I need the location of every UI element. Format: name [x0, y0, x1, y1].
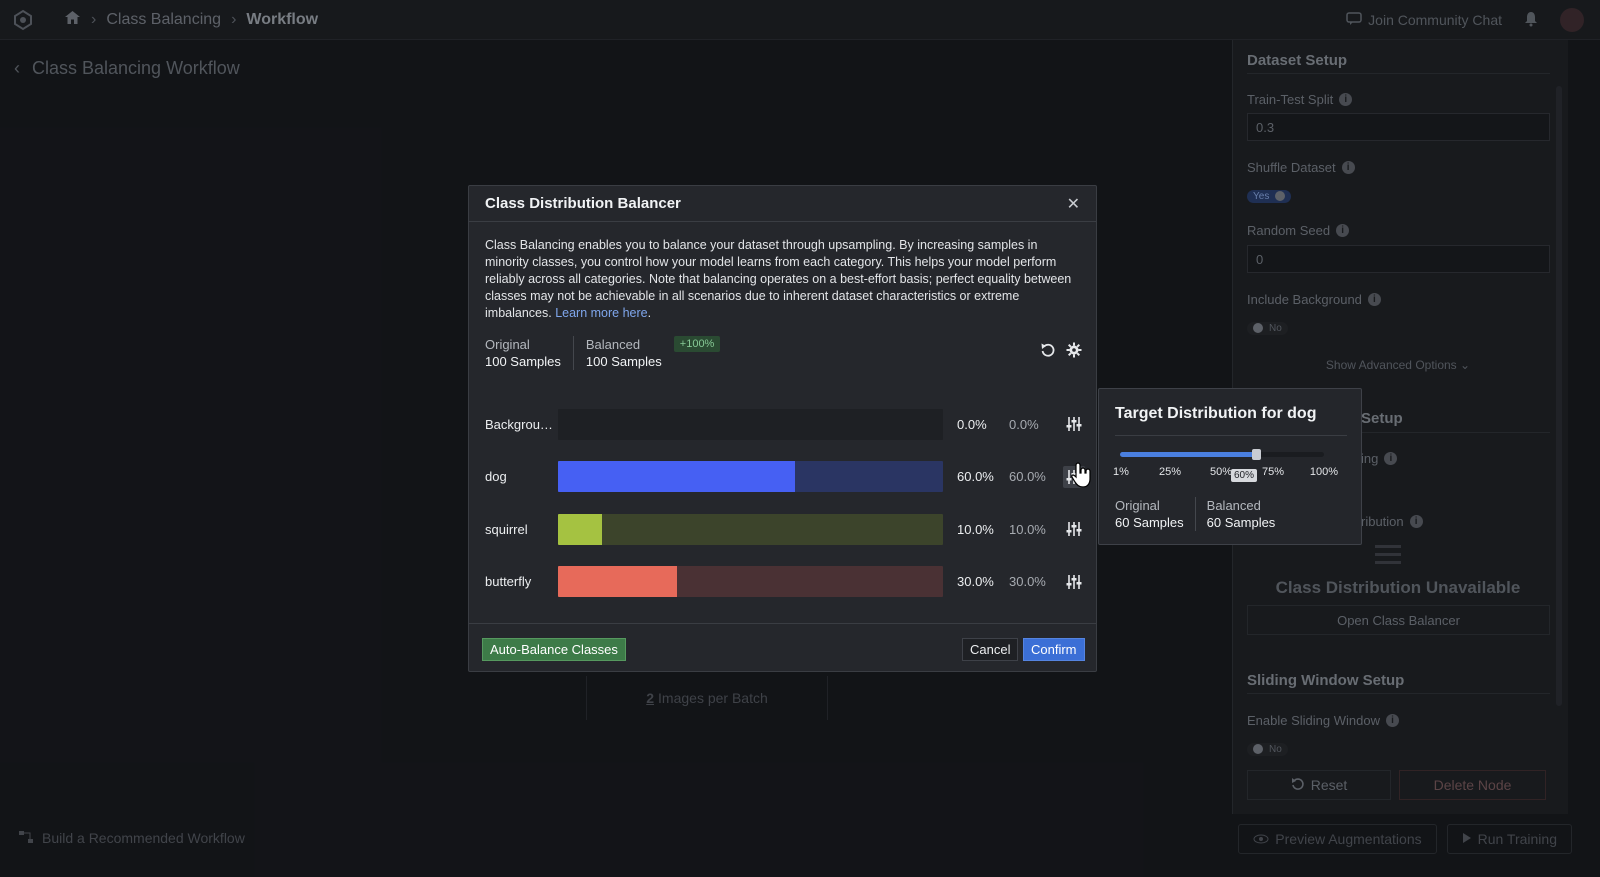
popover-summary: Original 60 Samples Balanced 60 Samples [1115, 497, 1275, 531]
slider-tick-label: 50% [1209, 466, 1233, 478]
target-distribution-slider[interactable] [1120, 449, 1324, 460]
distribution-bar-fill [558, 461, 795, 493]
modal-tools [1040, 342, 1082, 358]
refresh-icon[interactable] [1040, 342, 1056, 358]
class-rows: Backgrou… 0.0% 0.0% dog 60.0% 60.0% squi… [485, 398, 1085, 608]
balanced-percent: 10.0% [1009, 521, 1046, 537]
gear-icon[interactable] [1066, 342, 1082, 358]
divider [1194, 497, 1196, 531]
confirm-button[interactable]: Confirm [1023, 638, 1085, 661]
slider-tooltip: 60% [1231, 469, 1258, 482]
class-row: Backgrou… 0.0% 0.0% [485, 398, 1085, 451]
target-distribution-popover: Target Distribution for dog 1% 25% 50% 7… [1098, 388, 1362, 545]
adjust-sliders-icon[interactable] [1063, 571, 1085, 593]
slider-tick-label: 75% [1261, 466, 1285, 478]
auto-balance-button[interactable]: Auto-Balance Classes [482, 638, 626, 661]
class-row: squirrel 10.0% 10.0% [485, 503, 1085, 556]
balanced-percent: 30.0% [1009, 574, 1046, 590]
slider-tick-label: 100% [1309, 466, 1339, 478]
popover-original: Original 60 Samples [1115, 498, 1184, 530]
original-percent: 60.0% [957, 469, 994, 485]
modal-description: Class Balancing enables you to balance y… [485, 238, 1072, 320]
distribution-bar[interactable] [558, 566, 943, 598]
close-icon[interactable]: ✕ [1067, 194, 1080, 214]
class-row: butterfly 30.0% 30.0% [485, 556, 1085, 609]
original-percent: 10.0% [957, 521, 994, 537]
modal-header: Class Distribution Balancer ✕ [469, 186, 1096, 222]
divider [1115, 435, 1347, 436]
class-name: dog [485, 469, 507, 485]
balanced-summary: Balanced 100 Samples [585, 337, 662, 369]
distribution-bar[interactable] [558, 461, 943, 493]
class-distribution-balancer-modal: Class Distribution Balancer ✕ Class Bala… [468, 185, 1097, 672]
class-row: dog 60.0% 60.0% [485, 451, 1085, 504]
slider-tick-label: 1% [1113, 466, 1129, 478]
modal-title: Class Distribution Balancer [485, 195, 681, 212]
balanced-percent: 60.0% [1009, 469, 1046, 485]
original-percent: 0.0% [957, 416, 987, 432]
slider-tick-label: 25% [1158, 466, 1182, 478]
learn-more-link[interactable]: Learn more here [555, 306, 647, 320]
hand-cursor-icon [1070, 461, 1094, 489]
cancel-button[interactable]: Cancel [962, 638, 1019, 661]
adjust-sliders-icon[interactable] [1063, 413, 1085, 435]
distribution-bar-fill [558, 566, 678, 598]
original-percent: 30.0% [957, 574, 994, 590]
class-name: squirrel [485, 521, 528, 537]
distribution-bar[interactable] [558, 408, 943, 440]
popover-title: Target Distribution for dog [1115, 405, 1317, 422]
class-name: Backgrou… [485, 416, 553, 432]
page: › Class Balancing › Workflow Join Commun… [0, 0, 1600, 877]
original-summary: Original 100 Samples [485, 337, 561, 369]
modal-footer: Auto-Balance Classes Cancel Confirm [469, 623, 1096, 672]
distribution-bar[interactable] [558, 513, 943, 545]
delta-badge: +100% [673, 336, 721, 352]
class-name: butterfly [485, 574, 532, 590]
balanced-percent: 0.0% [1009, 416, 1039, 432]
adjust-sliders-icon[interactable] [1063, 518, 1085, 540]
divider [572, 336, 574, 370]
popover-balanced: Balanced 60 Samples [1206, 498, 1276, 530]
distribution-bar-fill [558, 513, 603, 545]
slider-thumb[interactable] [1252, 449, 1261, 460]
sample-summary: Original 100 Samples Balanced 100 Sample… [485, 336, 721, 370]
slider-fill [1120, 452, 1256, 457]
